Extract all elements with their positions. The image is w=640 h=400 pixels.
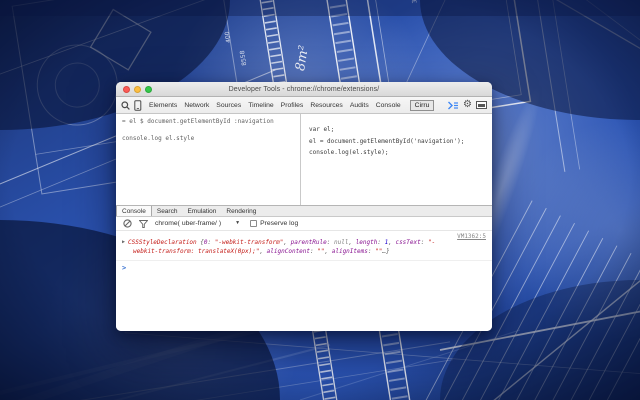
filter-funnel-icon[interactable]	[139, 219, 148, 228]
tab-audits[interactable]: Audits	[347, 100, 372, 111]
js-line-var-el-: var el;	[309, 126, 335, 133]
cirru-line-console-log-el-style: console.log el.style	[122, 135, 195, 142]
console-output: VM1362:5 ▶ CSSStyleDeclaration {0: "-webk…	[116, 231, 492, 331]
tab-network[interactable]: Network	[181, 100, 212, 111]
cirru-line--el-document-getelementbyid-navigation: = el $ document.getElementById :navigati…	[122, 118, 274, 125]
tab-profiles[interactable]: Profiles	[278, 100, 307, 111]
token-string: ""	[317, 248, 325, 255]
js-line-el-document-getelementbyid-navigation-: el = document.getElementById('navigation…	[309, 137, 465, 145]
devtools-toolbar: Elements Network Sources Timeline Profiles Re…	[116, 97, 492, 114]
token-plain: ,	[283, 239, 291, 246]
token-plain: :	[326, 239, 334, 246]
tab-timeline[interactable]: Timeline	[245, 100, 276, 111]
token-string: "-webkit-transform"	[214, 239, 284, 246]
tab-resources[interactable]: Resources	[307, 100, 346, 111]
token-plain: ,	[348, 239, 356, 246]
drawer-toggle-icon[interactable]	[447, 101, 459, 110]
token-name: cssText	[395, 239, 421, 246]
panel-tabs: Elements Network Sources Timeline Profiles Re…	[146, 100, 404, 111]
tab-elements[interactable]: Elements	[146, 100, 180, 111]
token-plain: :	[420, 239, 428, 246]
token-name: parentRule	[290, 239, 327, 246]
frame-selector-label: chrome( uber-frame/ )	[155, 220, 222, 227]
compiled-js-view: var el; el = document.getElementById('nav…	[301, 114, 492, 205]
device-mode-icon[interactable]	[134, 99, 142, 111]
minimize-button[interactable]	[134, 86, 141, 93]
token-plain: ,	[259, 248, 267, 255]
zoom-button[interactable]	[145, 86, 152, 93]
token-name: alignContent	[266, 248, 311, 255]
drawer-tab-rendering[interactable]: Rendering	[221, 206, 261, 216]
inspect-element-icon[interactable]	[121, 100, 130, 110]
token-plain: :	[377, 239, 385, 246]
token-plain: …}	[382, 248, 390, 255]
cirru-line	[122, 127, 300, 136]
token-plain: :	[207, 239, 215, 246]
drawer-tab-console[interactable]: Console	[116, 206, 152, 216]
desktop: 8m² 8558 400 3035	[0, 0, 640, 400]
close-button[interactable]	[123, 86, 130, 93]
devtools-window: Developer Tools - chrome://chrome/extens…	[116, 82, 492, 331]
dock-side-icon[interactable]	[476, 101, 487, 109]
preserve-log-checkbox[interactable]	[250, 220, 258, 227]
js-line-console-log-el-style-: console.log(el.style);	[309, 149, 389, 156]
chevron-down-icon: ▼	[235, 220, 241, 226]
console-log-entry: ▶ CSSStyleDeclaration {0: "-webkit-transf…	[116, 231, 492, 261]
tab-cirru[interactable]: Cirru	[409, 99, 435, 111]
token-plain: ,	[324, 248, 332, 255]
token-plain: :	[367, 248, 376, 255]
cirru-code-editor[interactable]: = el $ document.getElementById :navigati…	[116, 114, 301, 205]
token-ctor: CSSStyleDeclaration	[128, 239, 201, 246]
console-prompt[interactable]: >	[116, 261, 492, 275]
drawer-tab-emulation[interactable]: Emulation	[182, 206, 221, 216]
token-name: length	[355, 239, 378, 246]
prompt-chevron-icon: >	[122, 264, 127, 272]
token-name: alignItems	[331, 248, 368, 255]
preserve-log-label: Preserve log	[260, 220, 299, 227]
token-null: null	[333, 239, 349, 246]
window-title: Developer Tools - chrome://chrome/extens…	[228, 85, 380, 93]
drawer-tab-search[interactable]: Search	[152, 206, 183, 216]
settings-gear-icon[interactable]: ⚙	[463, 100, 472, 110]
frame-selector[interactable]: chrome( uber-frame/ ) ▼	[155, 220, 240, 227]
cirru-panel: = el $ document.getElementById :navigati…	[116, 114, 492, 205]
console-toolbar: chrome( uber-frame/ ) ▼ Preserve log	[116, 217, 492, 231]
clear-console-icon[interactable]	[123, 219, 132, 228]
object-preview: CSSStyleDeclaration {0: "-webkit-transfo…	[128, 239, 435, 255]
expand-triangle-icon[interactable]: ▶	[122, 238, 125, 247]
traffic-lights	[123, 86, 152, 93]
window-titlebar[interactable]: Developer Tools - chrome://chrome/extens…	[116, 82, 492, 97]
tab-sources[interactable]: Sources	[213, 100, 244, 111]
drawer-tab-bar: Console Search Emulation Rendering	[116, 205, 492, 217]
console-source-link[interactable]: VM1362:5	[457, 233, 486, 240]
tab-console[interactable]: Console	[373, 100, 404, 111]
